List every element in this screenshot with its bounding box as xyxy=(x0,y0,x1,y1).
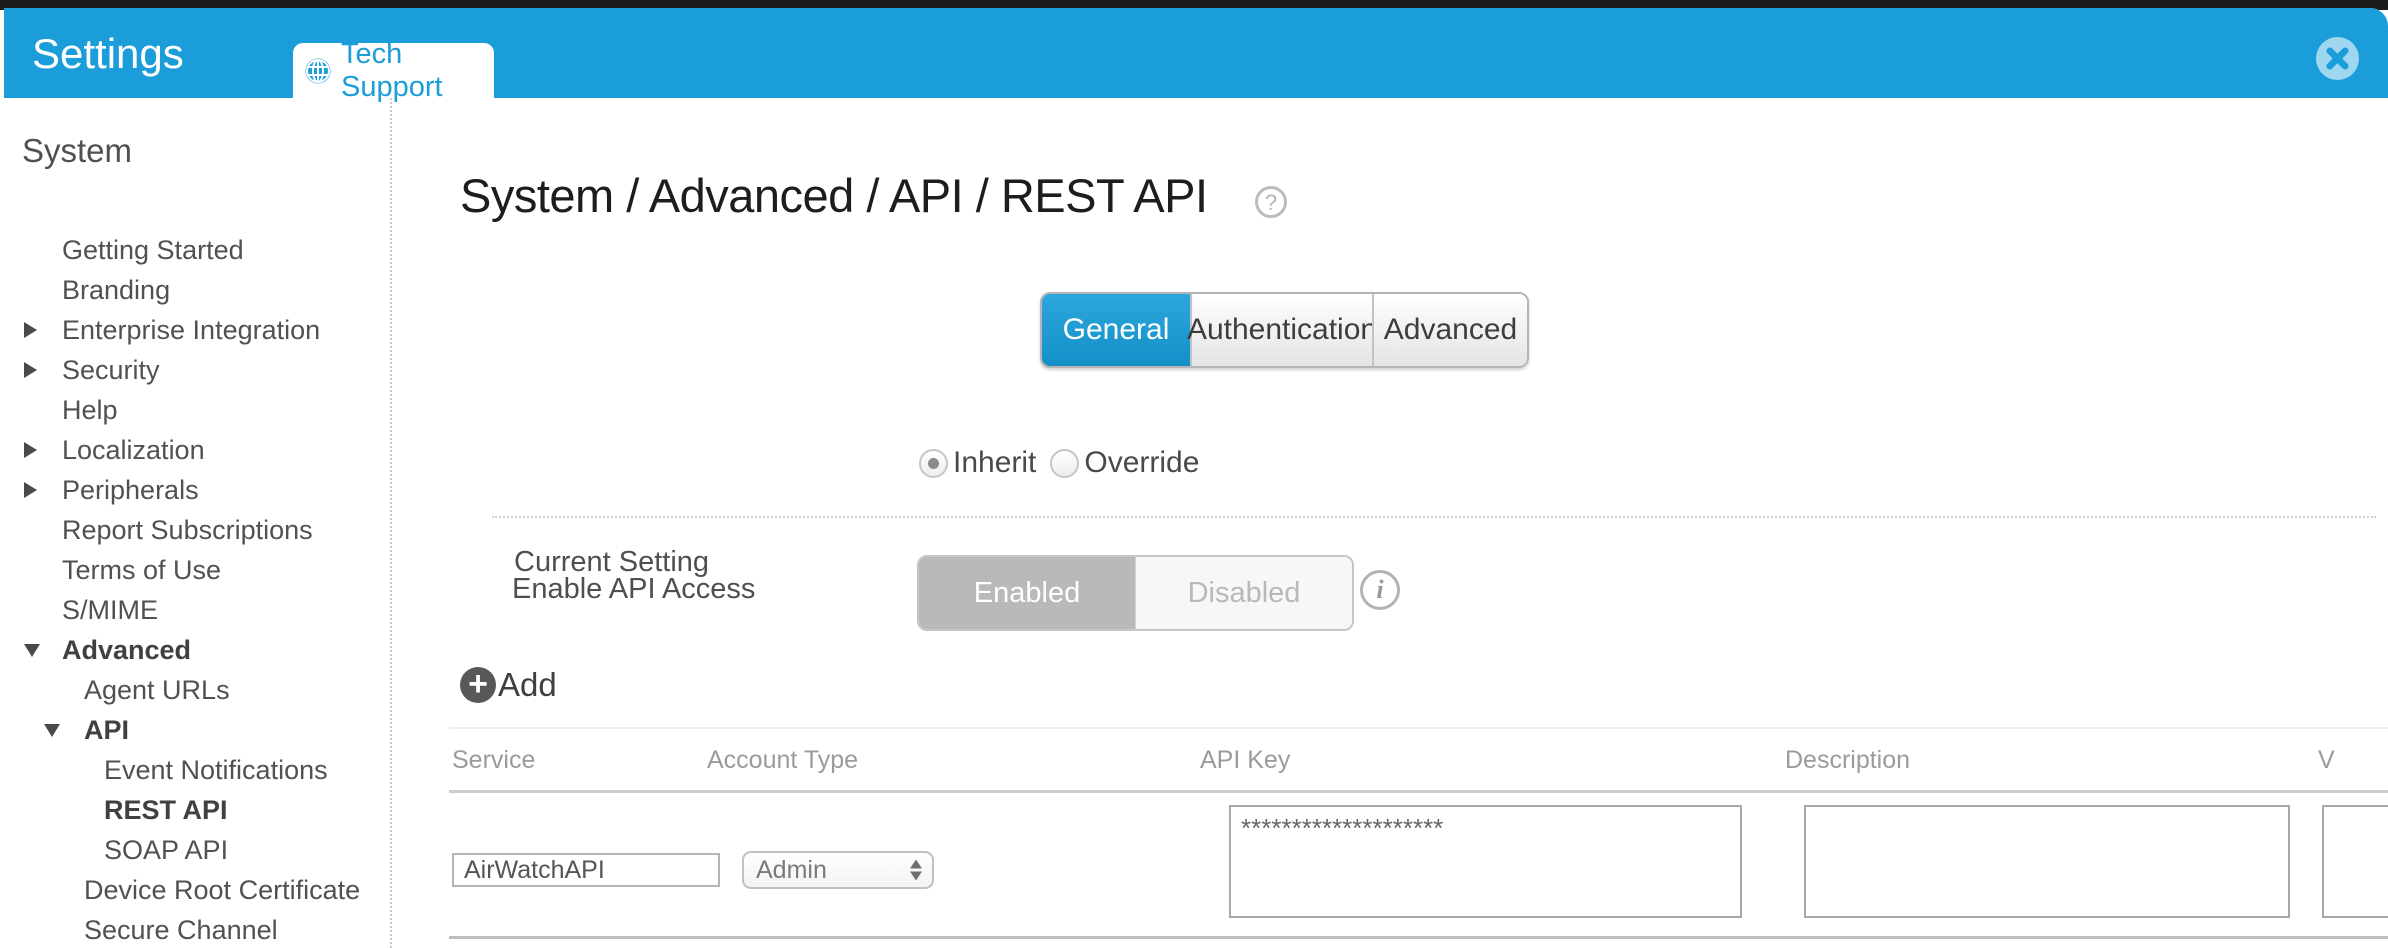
sidebar-item-secure-channel[interactable]: Secure Channel xyxy=(4,910,390,948)
current-setting-radios: Inherit Override xyxy=(919,446,1213,480)
sidebar-item-enterprise-integration[interactable]: Enterprise Integration xyxy=(4,310,390,350)
truncated-column-field[interactable] xyxy=(2322,805,2388,918)
sidebar-section-title: System xyxy=(22,128,390,174)
account-type-value: Admin xyxy=(756,856,827,885)
radio-inherit-label[interactable]: Inherit xyxy=(953,446,1036,480)
section-tabs: General Authentication Advanced xyxy=(1040,292,1529,368)
api-key-field[interactable]: ******************** xyxy=(1229,805,1742,918)
column-header-description: Description xyxy=(1785,746,1910,775)
window-title: Settings xyxy=(32,8,184,98)
chevron-down-icon[interactable] xyxy=(44,724,60,737)
close-icon xyxy=(2326,47,2349,70)
plus-icon: + xyxy=(460,667,496,703)
toggle-disabled-button[interactable]: Disabled xyxy=(1135,557,1352,629)
sidebar-item-localization[interactable]: Localization xyxy=(4,430,390,470)
sidebar-item-event-notifications[interactable]: Event Notifications xyxy=(4,750,390,790)
sidebar-item-soap-api[interactable]: SOAP API xyxy=(4,830,390,870)
help-icon[interactable]: ? xyxy=(1255,186,1287,218)
settings-main-pane: System / Advanced / API / REST API ? Gen… xyxy=(392,98,2388,948)
settings-modal: Settings Tech Support xyxy=(4,8,2388,948)
sidebar-item-report-subscriptions[interactable]: Report Subscriptions xyxy=(4,510,390,550)
close-button[interactable] xyxy=(2316,37,2359,80)
sidebar-item-rest-api[interactable]: REST API xyxy=(4,790,390,830)
chevron-right-icon[interactable] xyxy=(24,442,37,458)
column-header-truncated: V xyxy=(2318,746,2335,775)
sidebar-item-security[interactable]: Security xyxy=(4,350,390,390)
sidebar-item-smime[interactable]: S/MIME xyxy=(4,590,390,630)
column-header-account-type: Account Type xyxy=(707,746,858,775)
radio-inherit[interactable] xyxy=(919,449,948,478)
radio-dot xyxy=(928,458,939,469)
account-type-select[interactable]: Admin xyxy=(742,851,934,889)
tab-tech-support[interactable]: Tech Support xyxy=(293,43,494,98)
service-input[interactable] xyxy=(452,853,720,887)
settings-header: Settings Tech Support xyxy=(4,8,2388,98)
tab-tech-support-label: Tech Support xyxy=(341,38,494,104)
add-button[interactable]: + Add xyxy=(460,666,557,704)
add-button-label: Add xyxy=(498,666,557,704)
chevron-right-icon[interactable] xyxy=(24,362,37,378)
tab-authentication[interactable]: Authentication xyxy=(1190,294,1372,366)
table-top-border xyxy=(449,727,2388,729)
settings-sidebar: System Getting Started Branding Enterpri… xyxy=(4,98,392,948)
toggle-enabled-button[interactable]: Enabled xyxy=(919,557,1135,629)
sidebar-item-terms-of-use[interactable]: Terms of Use xyxy=(4,550,390,590)
table-header-divider xyxy=(449,790,2388,793)
enable-api-toggle: Enabled Disabled xyxy=(917,555,1354,631)
sidebar-item-peripherals[interactable]: Peripherals xyxy=(4,470,390,510)
tab-advanced[interactable]: Advanced xyxy=(1372,294,1527,366)
column-header-api-key: API Key xyxy=(1200,746,1290,775)
enable-api-access-label: Enable API Access xyxy=(512,573,755,606)
radio-override-label[interactable]: Override xyxy=(1084,446,1199,480)
table-row-bottom-border xyxy=(449,936,2388,939)
tab-general[interactable]: General xyxy=(1042,294,1190,366)
description-field[interactable] xyxy=(1804,805,2290,918)
sidebar-item-agent-urls[interactable]: Agent URLs xyxy=(4,670,390,710)
globe-icon xyxy=(305,58,331,84)
radio-override[interactable] xyxy=(1050,449,1079,478)
select-stepper-icon xyxy=(910,860,922,881)
sidebar-item-api[interactable]: API xyxy=(4,710,390,750)
sidebar-item-getting-started[interactable]: Getting Started xyxy=(4,230,390,270)
chevron-right-icon[interactable] xyxy=(24,322,37,338)
info-icon[interactable]: i xyxy=(1360,570,1400,610)
sidebar-item-device-root-certificate[interactable]: Device Root Certificate xyxy=(4,870,390,910)
chevron-down-icon[interactable] xyxy=(24,644,40,657)
page-title: System / Advanced / API / REST API xyxy=(460,168,1208,223)
column-header-service: Service xyxy=(452,746,535,775)
section-divider xyxy=(492,516,2376,518)
sidebar-item-advanced[interactable]: Advanced xyxy=(4,630,390,670)
sidebar-item-branding[interactable]: Branding xyxy=(4,270,390,310)
chevron-right-icon[interactable] xyxy=(24,482,37,498)
sidebar-nav: Getting Started Branding Enterprise Inte… xyxy=(4,230,390,948)
sidebar-item-help[interactable]: Help xyxy=(4,390,390,430)
